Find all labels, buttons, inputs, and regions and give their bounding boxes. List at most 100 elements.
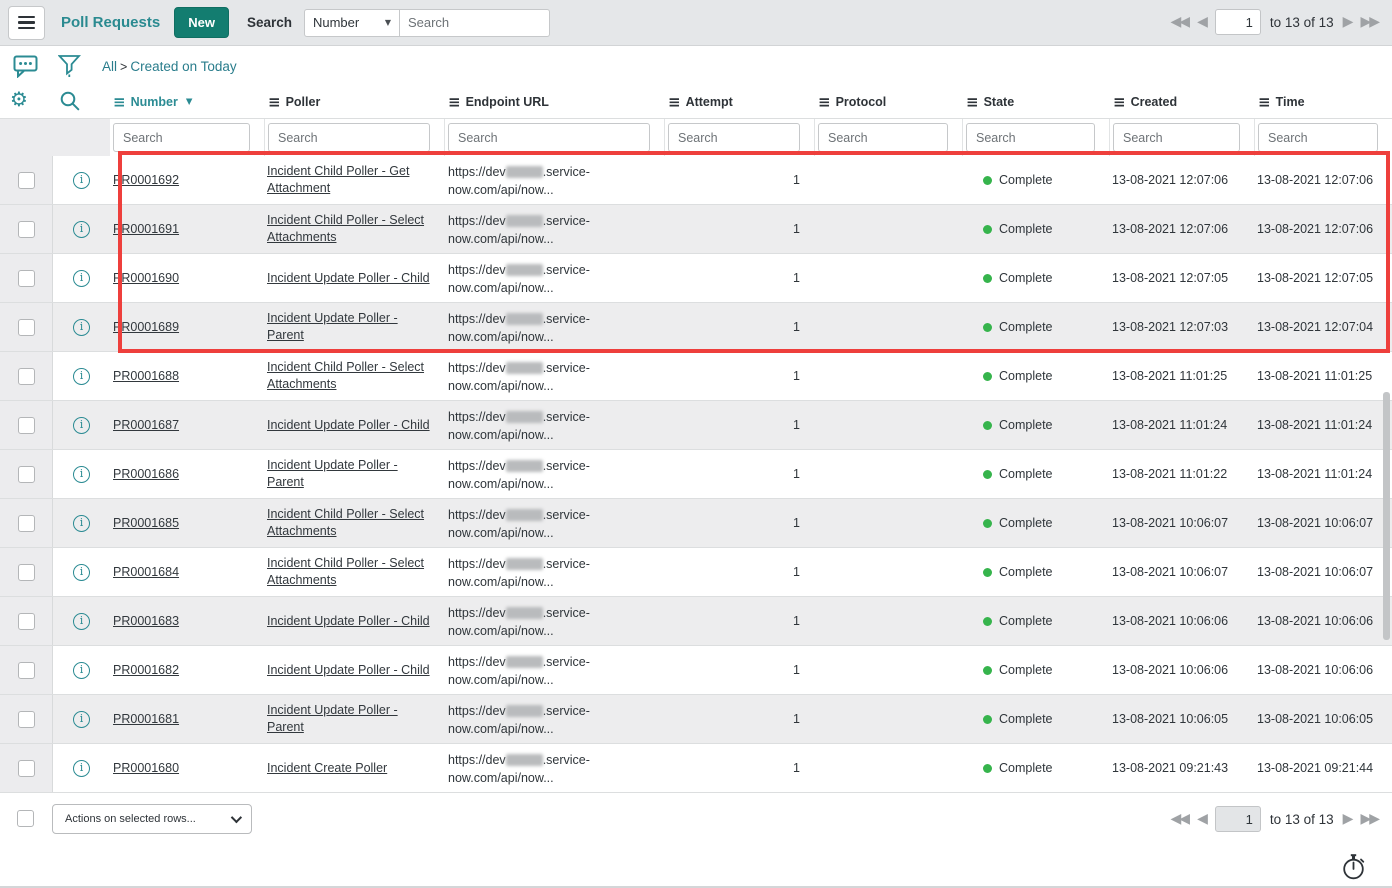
poller-link[interactable]: Incident Create Poller <box>267 760 387 777</box>
row-checkbox[interactable] <box>18 319 35 336</box>
record-number-link[interactable]: PR0001682 <box>113 663 179 677</box>
column-menu-icon[interactable]: ≡ <box>268 95 281 110</box>
column-header-endpoint-url[interactable]: ≡ Endpoint URL <box>445 86 665 118</box>
record-number-link[interactable]: PR0001692 <box>113 173 179 187</box>
poller-link[interactable]: Incident Child Poller - Select Attachmen… <box>267 506 435 540</box>
record-preview-info-icon[interactable]: i <box>73 564 90 581</box>
breadcrumb-filter-link[interactable]: Created on Today <box>130 59 236 74</box>
page-title[interactable]: Poll Requests <box>61 14 160 31</box>
header-search-input[interactable] <box>400 9 550 37</box>
breadcrumb-all-link[interactable]: All <box>102 59 117 74</box>
column-menu-icon[interactable]: ≡ <box>818 95 831 110</box>
column-header-created[interactable]: ≡ Created <box>1110 86 1255 118</box>
row-checkbox[interactable] <box>18 417 35 434</box>
record-preview-info-icon[interactable]: i <box>73 466 90 483</box>
redacted-instance-name <box>506 656 543 668</box>
record-number-link[interactable]: PR0001683 <box>113 614 179 628</box>
record-number-link[interactable]: PR0001687 <box>113 418 179 432</box>
previous-page-icon[interactable]: ◀ <box>1197 812 1206 826</box>
record-preview-info-icon[interactable]: i <box>73 515 90 532</box>
row-checkbox[interactable] <box>18 368 35 385</box>
filter-input-attempt[interactable] <box>668 123 800 152</box>
record-number-link[interactable]: PR0001680 <box>113 761 179 775</box>
row-checkbox[interactable] <box>18 221 35 238</box>
page-number-input[interactable] <box>1215 9 1261 35</box>
row-checkbox[interactable] <box>18 564 35 581</box>
column-menu-icon[interactable]: ≡ <box>668 95 681 110</box>
record-preview-info-icon[interactable]: i <box>73 662 90 679</box>
last-page-icon[interactable]: ▶▶ <box>1360 812 1378 826</box>
row-checkbox[interactable] <box>18 613 35 630</box>
poller-link[interactable]: Incident Update Poller - Parent <box>267 310 435 344</box>
record-preview-info-icon[interactable]: i <box>73 613 90 630</box>
record-preview-info-icon[interactable]: i <box>73 221 90 238</box>
poller-link[interactable]: Incident Child Poller - Select Attachmen… <box>267 359 435 393</box>
poller-link[interactable]: Incident Child Poller - Select Attachmen… <box>267 212 435 246</box>
search-field-select[interactable]: Number ▼ <box>304 9 400 37</box>
filter-input-poller[interactable] <box>268 123 430 152</box>
column-menu-icon[interactable]: ≡ <box>966 95 979 110</box>
row-checkbox[interactable] <box>18 270 35 287</box>
record-number-link[interactable]: PR0001691 <box>113 222 179 236</box>
record-preview-info-icon[interactable]: i <box>73 417 90 434</box>
row-checkbox[interactable] <box>18 711 35 728</box>
filter-input-number[interactable] <box>113 123 250 152</box>
previous-page-icon[interactable]: ◀ <box>1197 15 1206 29</box>
page-number-input[interactable] <box>1215 806 1261 832</box>
filter-input-state[interactable] <box>966 123 1095 152</box>
row-checkbox[interactable] <box>18 760 35 777</box>
row-checkbox[interactable] <box>18 466 35 483</box>
last-page-icon[interactable]: ▶▶ <box>1360 15 1378 29</box>
record-preview-info-icon[interactable]: i <box>73 270 90 287</box>
column-menu-icon[interactable]: ≡ <box>113 95 126 110</box>
record-preview-info-icon[interactable]: i <box>73 711 90 728</box>
new-button[interactable]: New <box>174 7 229 38</box>
column-header-attempt[interactable]: ≡ Attempt <box>665 86 815 118</box>
record-number-link[interactable]: PR0001681 <box>113 712 179 726</box>
record-number-link[interactable]: PR0001689 <box>113 320 179 334</box>
column-header-number[interactable]: ≡ Number ▼ <box>110 86 265 118</box>
column-menu-icon[interactable]: ≡ <box>1258 95 1271 110</box>
poller-link[interactable]: Incident Update Poller - Child <box>267 662 430 679</box>
row-checkbox[interactable] <box>18 172 35 189</box>
poller-link[interactable]: Incident Update Poller - Child <box>267 270 430 287</box>
column-menu-icon[interactable]: ≡ <box>448 95 461 110</box>
record-number-link[interactable]: PR0001684 <box>113 565 179 579</box>
activity-stream-icon[interactable] <box>13 55 38 78</box>
vertical-scrollbar[interactable] <box>1383 392 1390 640</box>
poller-link[interactable]: Incident Update Poller - Parent <box>267 702 435 736</box>
poller-link[interactable]: Incident Update Poller - Parent <box>267 457 435 491</box>
response-time-timer-icon[interactable] <box>1340 852 1368 885</box>
next-page-icon[interactable]: ▶ <box>1343 812 1352 826</box>
row-checkbox[interactable] <box>18 515 35 532</box>
record-number-link[interactable]: PR0001688 <box>113 369 179 383</box>
record-preview-info-icon[interactable]: i <box>73 319 90 336</box>
poller-link[interactable]: Incident Child Poller - Select Attachmen… <box>267 555 435 589</box>
column-menu-icon[interactable]: ≡ <box>1113 95 1126 110</box>
filter-icon[interactable] <box>58 54 81 78</box>
row-checkbox[interactable] <box>18 662 35 679</box>
record-preview-info-icon[interactable]: i <box>73 368 90 385</box>
filter-input-endpoint-url[interactable] <box>448 123 650 152</box>
context-menu-icon[interactable] <box>8 6 45 40</box>
column-header-time[interactable]: ≡ Time <box>1255 86 1392 118</box>
actions-on-selected-rows-select[interactable]: Actions on selected rows... <box>52 804 252 834</box>
record-number-link[interactable]: PR0001686 <box>113 467 179 481</box>
filter-input-time[interactable] <box>1258 123 1378 152</box>
column-header-poller[interactable]: ≡ Poller <box>265 86 445 118</box>
poller-link[interactable]: Incident Update Poller - Child <box>267 613 430 630</box>
poller-link[interactable]: Incident Update Poller - Child <box>267 417 430 434</box>
record-number-link[interactable]: PR0001690 <box>113 271 179 285</box>
column-header-state[interactable]: ≡ State <box>963 86 1110 118</box>
record-preview-info-icon[interactable]: i <box>73 760 90 777</box>
filter-input-protocol[interactable] <box>818 123 948 152</box>
column-header-protocol[interactable]: ≡ Protocol <box>815 86 963 118</box>
poller-link[interactable]: Incident Child Poller - Get Attachment <box>267 163 435 197</box>
record-preview-info-icon[interactable]: i <box>73 172 90 189</box>
first-page-icon[interactable]: ◀◀ <box>1171 15 1189 29</box>
filter-input-created[interactable] <box>1113 123 1240 152</box>
first-page-icon[interactable]: ◀◀ <box>1171 812 1189 826</box>
record-number-link[interactable]: PR0001685 <box>113 516 179 530</box>
next-page-icon[interactable]: ▶ <box>1343 15 1352 29</box>
select-all-checkbox[interactable] <box>17 810 34 827</box>
